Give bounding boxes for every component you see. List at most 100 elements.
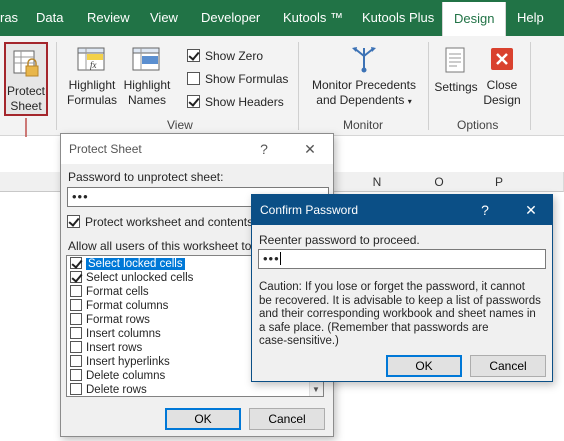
settings-button[interactable]: Settings [433,46,479,95]
permission-label: Select locked cells [86,258,185,270]
monitor-precedents-icon [352,47,376,73]
permission-label: Delete rows [86,384,147,396]
permission-label: Format rows [86,314,150,326]
highlight-formulas-label-1: Highlight [68,78,116,92]
permission-checkbox[interactable] [70,271,82,283]
protect-sheet-button[interactable]: Protect Sheet [4,42,48,116]
confirm-password-input[interactable]: ••• [258,249,546,269]
caution-line: be recovered. It is advisable to keep a … [259,294,541,307]
show-zero-check-icon[interactable] [187,49,200,62]
scroll-down-icon[interactable]: ▼ [312,385,320,394]
permission-item[interactable]: Delete rows [67,383,323,396]
tab-kutools-plus[interactable]: Kutools Plus [362,0,434,36]
close-design-button[interactable]: Close Design [481,46,523,108]
permission-label: Select unlocked cells [86,272,194,284]
close-design-label-1: Close [486,78,518,92]
settings-icon [445,47,465,73]
permission-label: Insert hyperlinks [86,356,170,368]
tab-view[interactable]: View [150,0,178,36]
permission-checkbox[interactable] [70,327,82,339]
allow-users-label: Allow all users of this worksheet to: [68,239,255,253]
confirm-password-dialog: Confirm Password ? ✕ Reenter password to… [251,194,553,382]
close-design-icon [491,48,513,70]
highlight-names-label-2: Names [127,93,166,107]
tab-kutools[interactable]: Kutools ™ [283,0,343,36]
group-separator [428,42,429,130]
permission-checkbox[interactable] [70,257,82,269]
permission-checkbox[interactable] [70,383,82,395]
highlight-names-icon [132,47,160,71]
help-icon[interactable]: ? [470,195,500,225]
permission-checkbox[interactable] [70,313,82,325]
highlight-names-button[interactable]: Highlight Names [120,46,174,108]
group-separator [530,42,531,130]
settings-label: Settings [434,80,478,94]
protect-contents-label: Protect worksheet and contents [85,215,254,229]
permission-checkbox[interactable] [70,299,82,311]
caution-line: Caution: If you lose or forget the passw… [259,281,525,293]
caution-text: Caution: If you lose or forget the passw… [259,281,549,349]
confirm-dialog-title: Confirm Password [252,195,552,225]
group-label-monitor: Monitor [343,118,384,132]
show-headers-check-icon[interactable] [187,95,200,108]
show-formulas-label: Show Formulas [205,72,289,86]
show-headers-checkbox[interactable]: Show Headers [187,94,284,112]
ribbon: Protect Sheet fx Highlight Formulas High… [0,36,564,136]
tab-developer[interactable]: Developer [201,0,260,36]
monitor-label-2-text: and Dependents [316,93,405,107]
group-separator [298,42,299,130]
protect-dialog-title: Protect Sheet [61,134,333,164]
dropdown-arrow-icon: ▾ [407,97,412,106]
protect-sheet-label-1: Protect [6,84,45,98]
column-header-p[interactable]: P [484,172,514,192]
show-formulas-check-icon[interactable] [187,72,200,85]
ok-button[interactable]: OK [165,408,241,430]
permission-checkbox[interactable] [70,355,82,367]
column-header-n[interactable]: N [362,172,392,192]
permission-label: Insert columns [86,328,161,340]
show-zero-label: Show Zero [205,49,264,63]
confirm-ok-button[interactable]: OK [386,355,462,377]
reenter-label: Reenter password to proceed. [259,233,420,247]
highlight-formulas-button[interactable]: fx Highlight Formulas [64,46,120,108]
monitor-label-1: Monitor Precedents [311,78,417,92]
tab-help[interactable]: Help [517,0,544,36]
tab-formulas[interactable]: ras [0,0,18,36]
monitor-precedents-button[interactable]: Monitor Precedents and Dependents ▾ [306,44,422,109]
permission-checkbox[interactable] [70,369,82,381]
permission-checkbox[interactable] [70,341,82,353]
caution-line: and their corresponding workbook and she… [259,308,536,320]
show-formulas-checkbox[interactable]: Show Formulas [187,71,288,89]
confirm-cancel-button[interactable]: Cancel [470,355,546,377]
protect-contents-check-icon[interactable] [67,215,80,228]
permission-checkbox[interactable] [70,285,82,297]
confirm-password-value: ••• [263,251,280,266]
column-header-o[interactable]: O [424,172,454,192]
protect-sheet-icon [13,50,39,77]
permission-label: Format cells [86,286,149,298]
close-icon[interactable]: ✕ [516,195,546,225]
show-headers-label: Show Headers [205,95,284,109]
permission-label: Format columns [86,300,169,312]
monitor-label-2: and Dependents ▾ [306,93,422,109]
highlight-formulas-label-2: Formulas [66,93,117,107]
protect-sheet-label-2: Sheet [10,99,42,113]
group-label-options: Options [457,118,499,132]
group-label-view: View [167,118,193,132]
caution-line: case-sensitive.) [259,335,339,347]
password-label: Password to unprotect sheet: [68,170,224,184]
cancel-button[interactable]: Cancel [249,408,325,430]
text-cursor [279,252,281,265]
ribbon-tab-bar: ras Data Review View Developer Kutools ™… [0,0,564,36]
tab-data[interactable]: Data [36,0,63,36]
highlight-formulas-icon: fx [77,47,105,71]
show-zero-checkbox[interactable]: Show Zero [187,48,263,66]
permission-label: Delete columns [86,370,166,382]
help-icon[interactable]: ? [249,134,279,164]
tab-design[interactable]: Design [442,2,507,36]
close-icon[interactable]: ✕ [295,134,325,164]
svg-text:fx: fx [90,60,97,70]
tab-review[interactable]: Review [87,0,130,36]
protect-contents-checkbox[interactable]: Protect worksheet and contents [67,215,253,229]
caution-line: a safe place. (Remember that passwords a… [259,321,489,334]
